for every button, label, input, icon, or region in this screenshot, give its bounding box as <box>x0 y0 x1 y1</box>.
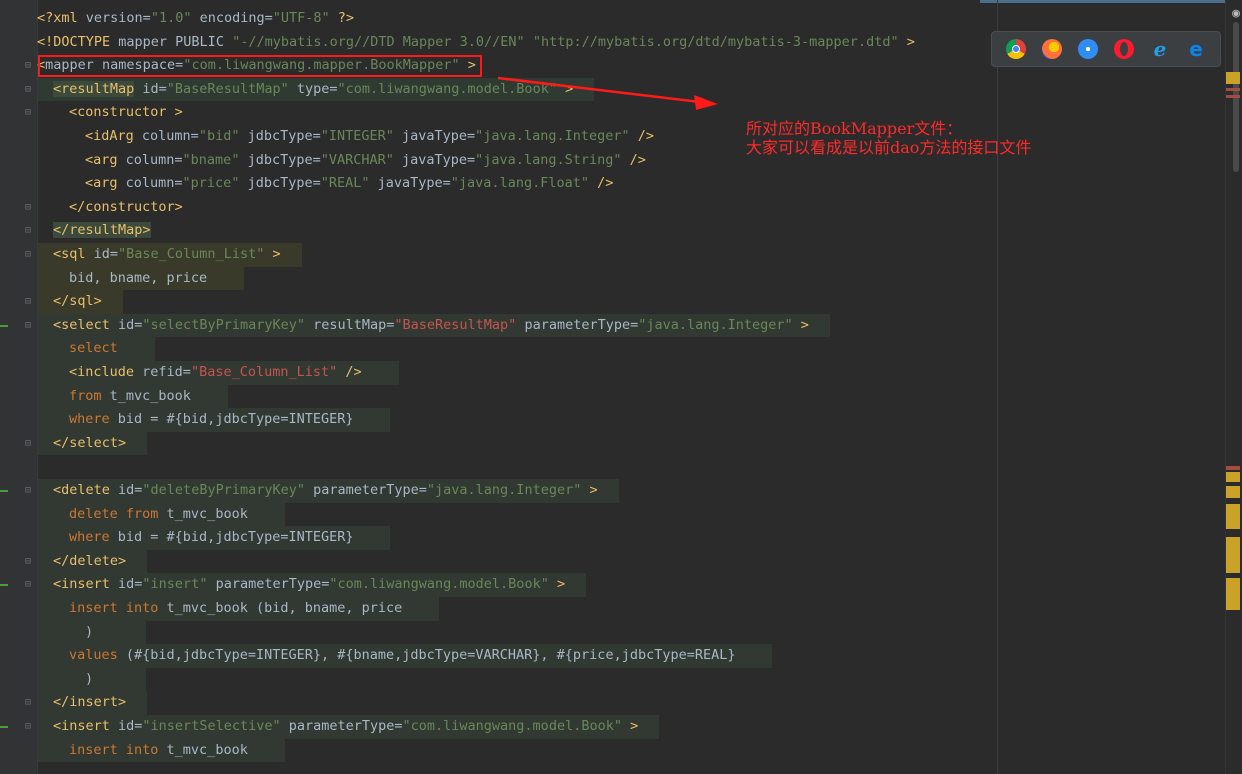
chrome-icon[interactable] <box>1006 39 1026 59</box>
opera-icon[interactable] <box>1114 39 1134 59</box>
error-stripe-mark <box>1226 472 1240 482</box>
error-stripe-mark <box>1226 72 1240 84</box>
firefox-icon[interactable] <box>1042 39 1062 59</box>
vertical-scrollbar[interactable] <box>1225 0 1242 774</box>
eye-icon[interactable]: ◉ <box>1232 6 1240 21</box>
error-stripe-mark <box>1226 504 1240 529</box>
safari-icon[interactable] <box>1078 39 1098 59</box>
annotation-arrow <box>497 76 718 110</box>
ie-icon[interactable]: e <box>1150 39 1170 59</box>
edge-icon[interactable]: e <box>1186 39 1206 59</box>
error-stripe-mark <box>1226 578 1240 610</box>
error-stripe-mark <box>1226 537 1240 573</box>
browser-preview-bar: e e <box>991 31 1221 67</box>
error-stripe-mark <box>1226 95 1240 98</box>
error-stripe-mark <box>1226 88 1240 91</box>
error-stripe-mark <box>1226 486 1240 498</box>
error-stripe-mark <box>1226 466 1240 470</box>
